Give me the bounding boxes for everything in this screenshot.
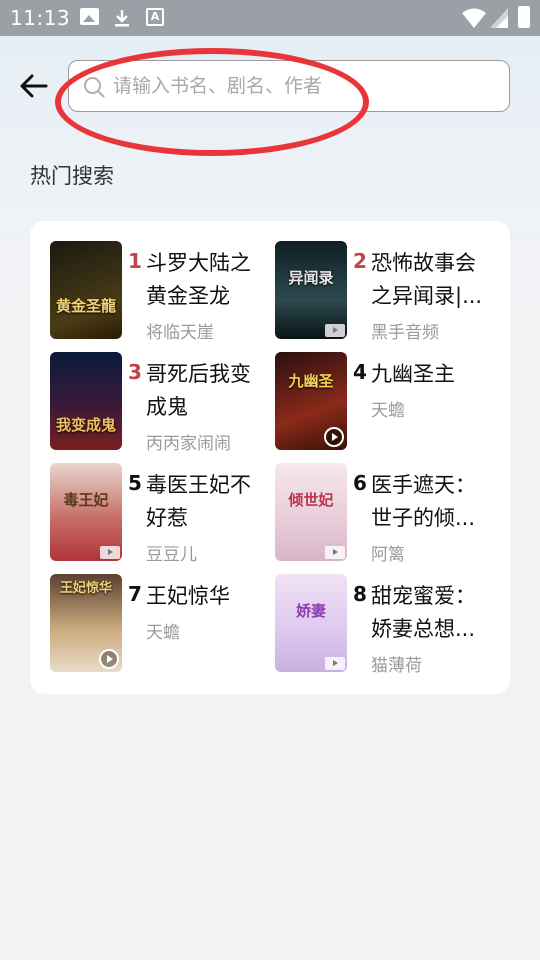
book-cover: 王妃惊华 (50, 574, 122, 672)
rank-number: 8 (353, 582, 367, 606)
book-title: 毒医王妃不好惹 (146, 473, 251, 530)
rank-number: 2 (353, 249, 367, 273)
arrow-left-icon[interactable] (18, 70, 50, 102)
rank-number: 5 (128, 471, 142, 495)
cover-text: 倾世妃 (288, 491, 334, 509)
hot-item-6[interactable]: 倾世妃 6 医手遮天：世子的倾... 阿篱 (275, 463, 495, 565)
book-cover: 异闻录 (275, 241, 347, 339)
wifi-icon (462, 8, 486, 28)
book-author: 将临天崖 (146, 323, 214, 343)
play-circle-icon (324, 427, 344, 447)
book-cover: 毒王妃 (50, 463, 122, 561)
book-author: 黑手音频 (371, 323, 439, 343)
book-cover: 倾世妃 (275, 463, 347, 561)
cover-text: 毒王妃 (63, 491, 109, 509)
signal-icon (490, 8, 508, 28)
status-time: 11:13 (10, 6, 71, 30)
hot-item-7[interactable]: 王妃惊华 7 王妃惊华 天蟾 (50, 574, 270, 674)
book-author: 阿篱 (371, 545, 405, 565)
play-circle-icon (99, 649, 119, 669)
book-title: 斗罗大陆之黄金圣龙 (146, 251, 251, 308)
book-author: 天蟾 (146, 623, 180, 643)
rank-number: 6 (353, 471, 367, 495)
play-tag-icon (325, 324, 345, 337)
hot-item-4[interactable]: 九幽圣 4 九幽圣主 天蟾 (275, 352, 495, 452)
rank-number: 4 (353, 360, 367, 384)
book-author: 天蟾 (371, 401, 405, 421)
search-icon (84, 77, 105, 98)
search-input[interactable] (113, 69, 493, 103)
cover-text: 王妃惊华 (59, 581, 112, 596)
play-tag-icon (325, 546, 345, 559)
book-cover: 九幽圣 (275, 352, 347, 450)
download-icon (115, 10, 129, 27)
cover-text: 黄金圣龍 (55, 297, 116, 315)
book-author: 猫薄荷 (371, 656, 422, 676)
book-cover: 我变成鬼 (50, 352, 122, 450)
rank-number: 7 (128, 582, 142, 606)
book-title: 哥死后我变成鬼 (146, 362, 251, 419)
book-title: 王妃惊华 (146, 584, 230, 608)
hot-item-8[interactable]: 娇妻 8 甜宠蜜爱：娇妻总想... 猫薄荷 (275, 574, 495, 676)
cover-text: 我变成鬼 (55, 416, 116, 434)
book-title: 恐怖故事会之异闻录|... (371, 251, 483, 308)
search-box[interactable] (68, 60, 510, 112)
battery-icon (518, 6, 530, 28)
hot-item-5[interactable]: 毒王妃 5 毒医王妃不好惹 豆豆儿 (50, 463, 270, 565)
status-bar: 11:13 A (0, 0, 540, 36)
cover-text: 九幽圣 (288, 372, 334, 390)
book-cover: 黄金圣龍 (50, 241, 122, 339)
hot-item-3[interactable]: 我变成鬼 3 哥死后我变成鬼 丙丙家闹闹 (50, 352, 270, 454)
book-title: 医手遮天：世子的倾... (371, 473, 476, 530)
book-title: 九幽圣主 (371, 362, 455, 386)
hot-item-1[interactable]: 黄金圣龍 1 斗罗大陆之黄金圣龙 将临天崖 (50, 241, 270, 343)
cover-text: 娇妻 (295, 602, 326, 620)
book-title: 甜宠蜜爱：娇妻总想... (371, 584, 476, 641)
hot-item-2[interactable]: 异闻录 2 恐怖故事会之异闻录|... 黑手音频 (275, 241, 495, 343)
book-author: 豆豆儿 (146, 545, 197, 565)
image-icon (80, 8, 99, 25)
book-cover: 娇妻 (275, 574, 347, 672)
play-tag-icon (100, 546, 120, 559)
play-tag-icon (325, 657, 345, 670)
rank-number: 1 (128, 249, 142, 273)
rank-number: 3 (128, 360, 142, 384)
hot-search-list: 黄金圣龍 1 斗罗大陆之黄金圣龙 将临天崖 异闻录 2 恐怖故事会之异闻录|..… (30, 221, 510, 694)
font-icon: A (146, 8, 164, 26)
section-title-hot-search: 热门搜索 (30, 164, 114, 188)
book-author: 丙丙家闹闹 (146, 434, 231, 454)
cover-text: 异闻录 (288, 269, 334, 287)
